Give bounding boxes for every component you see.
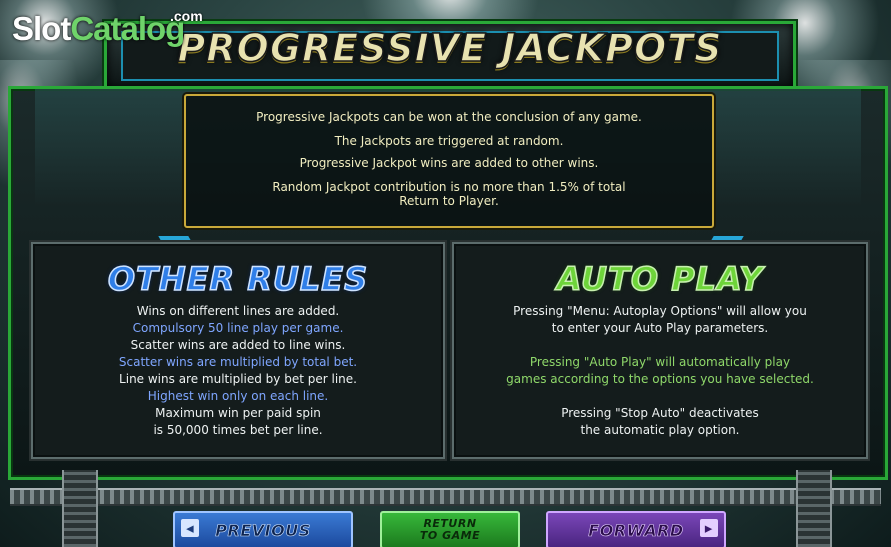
- page-title: PROGRESSIVE JACKPOTS: [177, 25, 723, 71]
- auto-play-line: Pressing "Stop Auto" deactivates: [561, 406, 759, 420]
- stage-truss: [10, 488, 881, 506]
- arrow-right-icon: ▶: [700, 519, 718, 537]
- auto-play-title: AUTO PLAY: [556, 259, 764, 299]
- auto-play-line: games according to the options you have …: [506, 372, 814, 386]
- rule-line: Maximum win per paid spin: [155, 406, 321, 420]
- title-banner: PROGRESSIVE JACKPOTS: [104, 21, 796, 91]
- return-to-game-button[interactable]: RETURN TO GAME: [380, 511, 520, 547]
- arrow-left-icon: ◀: [181, 519, 199, 537]
- jackpot-line: Random Jackpot contribution is no more t…: [272, 180, 626, 194]
- auto-play-panel: AUTO PLAY Pressing "Menu: Autoplay Optio…: [452, 242, 868, 459]
- rule-line: Compulsory 50 line play per game.: [132, 321, 344, 335]
- rule-line: Scatter wins are multiplied by total bet…: [118, 355, 358, 369]
- return-label-line2: TO GAME: [419, 529, 481, 542]
- auto-play-line: Pressing "Menu: Autoplay Options" will a…: [513, 304, 807, 318]
- jackpot-line: Progressive Jackpot wins are added to ot…: [299, 156, 599, 170]
- previous-button[interactable]: ◀ PREVIOUS: [173, 511, 353, 547]
- forward-button[interactable]: FORWARD ▶: [546, 511, 726, 547]
- truss-pillar: [62, 470, 98, 547]
- game-rules-screen: PROGRESSIVE JACKPOTS SlotCatalog .com Pr…: [0, 0, 891, 547]
- jackpot-line: The Jackpots are triggered at random.: [334, 134, 564, 148]
- rule-line: Scatter wins are added to line wins.: [130, 338, 346, 352]
- previous-label: PREVIOUS: [215, 520, 311, 540]
- jackpot-line: Progressive Jackpots can be won at the c…: [256, 110, 642, 124]
- auto-play-line: to enter your Auto Play parameters.: [551, 321, 769, 335]
- rule-line: Wins on different lines are added.: [136, 304, 340, 318]
- return-label: RETURN TO GAME: [420, 518, 480, 542]
- rule-line: Line wins are multiplied by bet per line…: [119, 372, 357, 386]
- brand-name-part1: Slot: [12, 10, 71, 47]
- other-rules-panel: OTHER RULES Wins on different lines are …: [31, 242, 445, 459]
- truss-pillar: [796, 470, 832, 547]
- other-rules-title: OTHER RULES: [107, 259, 369, 299]
- auto-play-line: the automatic play option.: [580, 423, 740, 437]
- brand-watermark: SlotCatalog: [12, 10, 185, 48]
- brand-suffix: .com: [170, 8, 203, 24]
- auto-play-line: Pressing "Auto Play" will automatically …: [529, 355, 791, 369]
- rule-line: Highest win only on each line.: [147, 389, 329, 403]
- brand-name-part2: Catalog: [70, 10, 185, 47]
- forward-label: FORWARD: [588, 520, 684, 540]
- jackpot-line: Return to Player.: [399, 194, 499, 208]
- rule-line: is 50,000 times bet per line.: [153, 423, 323, 437]
- jackpot-info-box: Progressive Jackpots can be won at the c…: [184, 94, 714, 228]
